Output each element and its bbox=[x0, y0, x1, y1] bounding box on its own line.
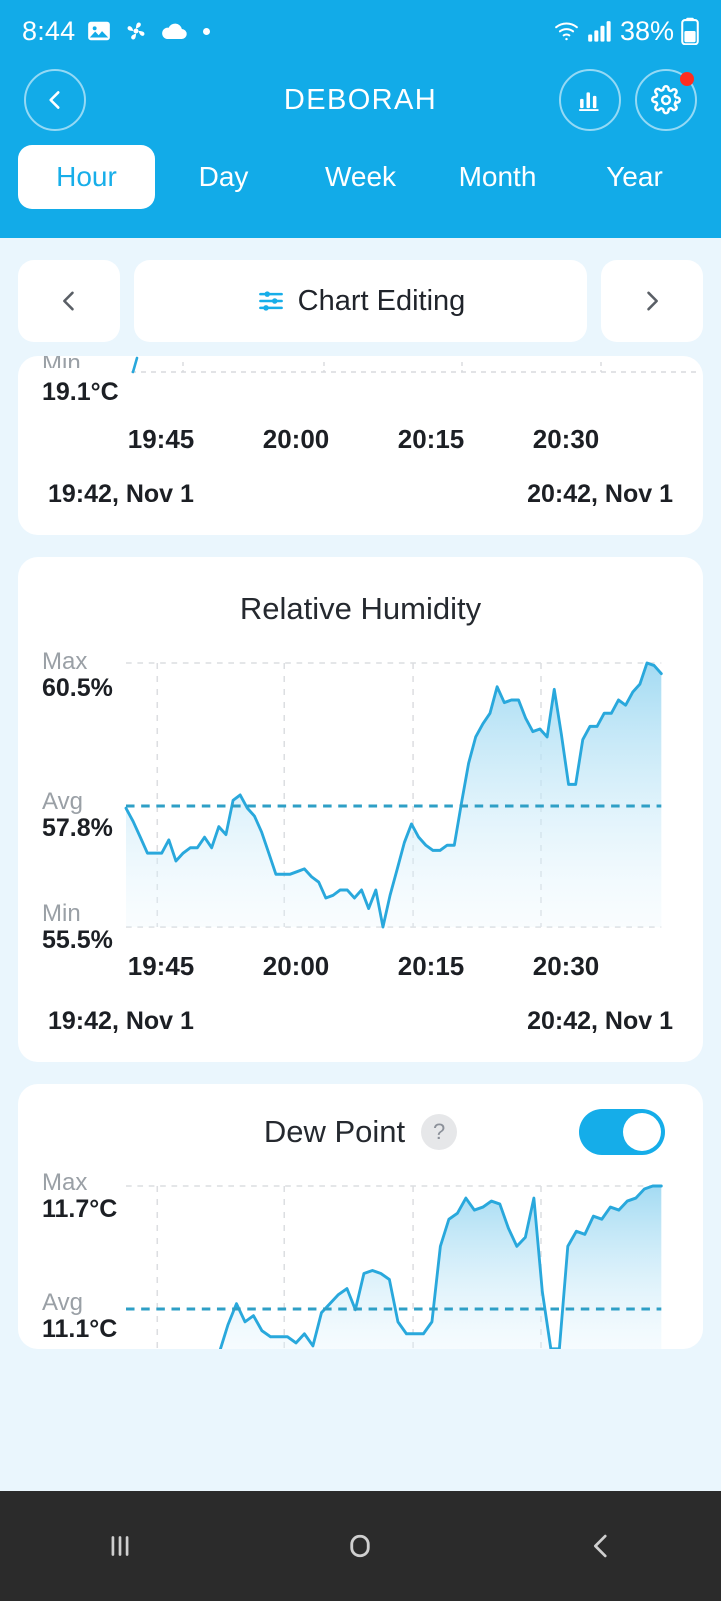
chart-editing-button[interactable]: Chart Editing bbox=[134, 260, 587, 342]
x-tick: 20:00 bbox=[262, 951, 330, 981]
dot-icon bbox=[203, 27, 211, 35]
humidity-avg-value: 57.8% bbox=[42, 814, 113, 843]
toggle-knob bbox=[623, 1113, 661, 1151]
humidity-max-caption: Max bbox=[42, 648, 88, 675]
x-tick: 20:15 bbox=[397, 424, 465, 454]
dew-max-label: Max 11.7°C bbox=[42, 1170, 117, 1224]
battery-percent: 38% bbox=[619, 15, 674, 46]
temperature-chart-clipped: Min 19.1°C bbox=[18, 356, 703, 418]
sliders-icon bbox=[258, 291, 283, 311]
back-button[interactable] bbox=[24, 69, 86, 131]
wifi-icon bbox=[553, 19, 580, 43]
gear-icon bbox=[651, 85, 681, 115]
period-tabs: Hour Day Week Month Year bbox=[0, 138, 721, 238]
back-button[interactable] bbox=[481, 1529, 721, 1563]
dew-avg-caption: Avg bbox=[42, 1289, 83, 1316]
x-tick: 20:00 bbox=[262, 424, 330, 454]
home-button[interactable] bbox=[240, 1528, 480, 1564]
humidity-min-caption: Min bbox=[42, 900, 81, 927]
x-tick: 19:45 bbox=[127, 951, 195, 981]
dew-point-card[interactable]: Dew Point ? Max 11.7°C Avg 11.1°C bbox=[18, 1084, 703, 1349]
temperature-x-axis: 19:45 20:00 20:15 20:30 bbox=[18, 418, 703, 464]
signal-icon bbox=[587, 19, 613, 43]
phone-screen: 8:44 38% DEBORAH Hour Day Week Month Yea… bbox=[0, 0, 721, 1601]
next-period-button[interactable] bbox=[601, 260, 703, 342]
status-bar-right: 38% bbox=[553, 16, 699, 47]
dew-point-header: Dew Point ? bbox=[18, 1084, 703, 1164]
tab-year[interactable]: Year bbox=[566, 145, 703, 209]
range-start: 19:42, Nov 1 bbox=[48, 480, 194, 508]
dew-point-chart-svg bbox=[126, 1184, 663, 1349]
status-time: 8:44 bbox=[22, 15, 76, 46]
status-bar-left: 8:44 bbox=[22, 15, 211, 47]
dew-max-value: 11.7°C bbox=[42, 1195, 118, 1224]
humidity-max-value: 60.5% bbox=[42, 674, 113, 703]
chevron-right-icon bbox=[647, 291, 658, 311]
statistics-button[interactable] bbox=[559, 69, 621, 131]
tab-month[interactable]: Month bbox=[429, 145, 566, 209]
humidity-avg-label: Avg 57.8% bbox=[42, 789, 113, 843]
home-icon bbox=[350, 1534, 371, 1558]
x-tick: 20:15 bbox=[397, 951, 465, 981]
dew-avg-label: Avg 11.1°C bbox=[42, 1290, 117, 1344]
bar-chart-icon bbox=[578, 92, 599, 111]
android-nav-bar bbox=[0, 1491, 721, 1601]
temperature-card[interactable]: Min 19.1°C 19:45 20:00 20:15 20:30 19:42 bbox=[18, 356, 703, 535]
dew-point-chart[interactable]: Max 11.7°C Avg 11.1°C bbox=[18, 1164, 703, 1349]
chevron-left-icon bbox=[63, 291, 74, 311]
x-tick: 20:30 bbox=[532, 951, 600, 981]
battery-icon bbox=[681, 17, 699, 45]
app-header-actions bbox=[559, 69, 697, 131]
dew-point-title: Dew Point bbox=[263, 1114, 406, 1149]
dew-avg-value: 11.1°C bbox=[42, 1315, 118, 1344]
relative-humidity-chart[interactable]: Max 60.5% Avg 57.8% Min 55.5% bbox=[18, 645, 703, 954]
help-icon[interactable]: ? bbox=[421, 1114, 458, 1150]
humidity-x-axis: 19:45 20:00 20:15 20:30 bbox=[18, 945, 703, 991]
recents-button[interactable] bbox=[0, 1529, 240, 1563]
tab-day[interactable]: Day bbox=[155, 145, 292, 209]
fan-icon bbox=[123, 18, 149, 44]
status-bar: 8:44 38% bbox=[0, 0, 721, 62]
humidity-chart-svg bbox=[124, 661, 663, 929]
chevron-left-icon bbox=[49, 91, 60, 109]
content-scroll-area[interactable]: Chart Editing Min 19.1°C bbox=[0, 238, 721, 1491]
dew-max-caption: Max bbox=[42, 1169, 88, 1196]
x-tick: 19:45 bbox=[127, 424, 195, 454]
chart-toolbar: Chart Editing bbox=[0, 238, 721, 356]
cloud-icon bbox=[160, 21, 188, 41]
image-icon bbox=[86, 18, 112, 44]
temperature-range-row: 19:42, Nov 1 20:42, Nov 1 bbox=[18, 464, 703, 535]
x-tick: 20:30 bbox=[532, 424, 600, 454]
temperature-chart-svg bbox=[131, 356, 696, 374]
app-header: DEBORAH bbox=[0, 62, 721, 138]
range-end: 20:42, Nov 1 bbox=[527, 480, 673, 508]
previous-period-button[interactable] bbox=[18, 260, 120, 342]
tab-week[interactable]: Week bbox=[292, 145, 429, 209]
back-icon bbox=[593, 1534, 607, 1558]
relative-humidity-title: Relative Humidity bbox=[239, 591, 482, 626]
settings-button[interactable] bbox=[635, 69, 697, 131]
dew-point-toggle[interactable] bbox=[579, 1109, 665, 1155]
range-end: 20:42, Nov 1 bbox=[527, 1007, 673, 1035]
tab-hour[interactable]: Hour bbox=[18, 145, 155, 209]
humidity-range-row: 19:42, Nov 1 20:42, Nov 1 bbox=[18, 991, 703, 1062]
notification-dot bbox=[680, 72, 694, 86]
range-start: 19:42, Nov 1 bbox=[48, 1007, 194, 1035]
humidity-max-label: Max 60.5% bbox=[42, 649, 113, 703]
relative-humidity-card[interactable]: Relative Humidity Max 60.5% Avg 57.8% Mi… bbox=[18, 557, 703, 1062]
recents-icon bbox=[111, 1536, 129, 1556]
chart-editing-label: Chart Editing bbox=[297, 284, 466, 317]
humidity-avg-caption: Avg bbox=[42, 788, 83, 815]
